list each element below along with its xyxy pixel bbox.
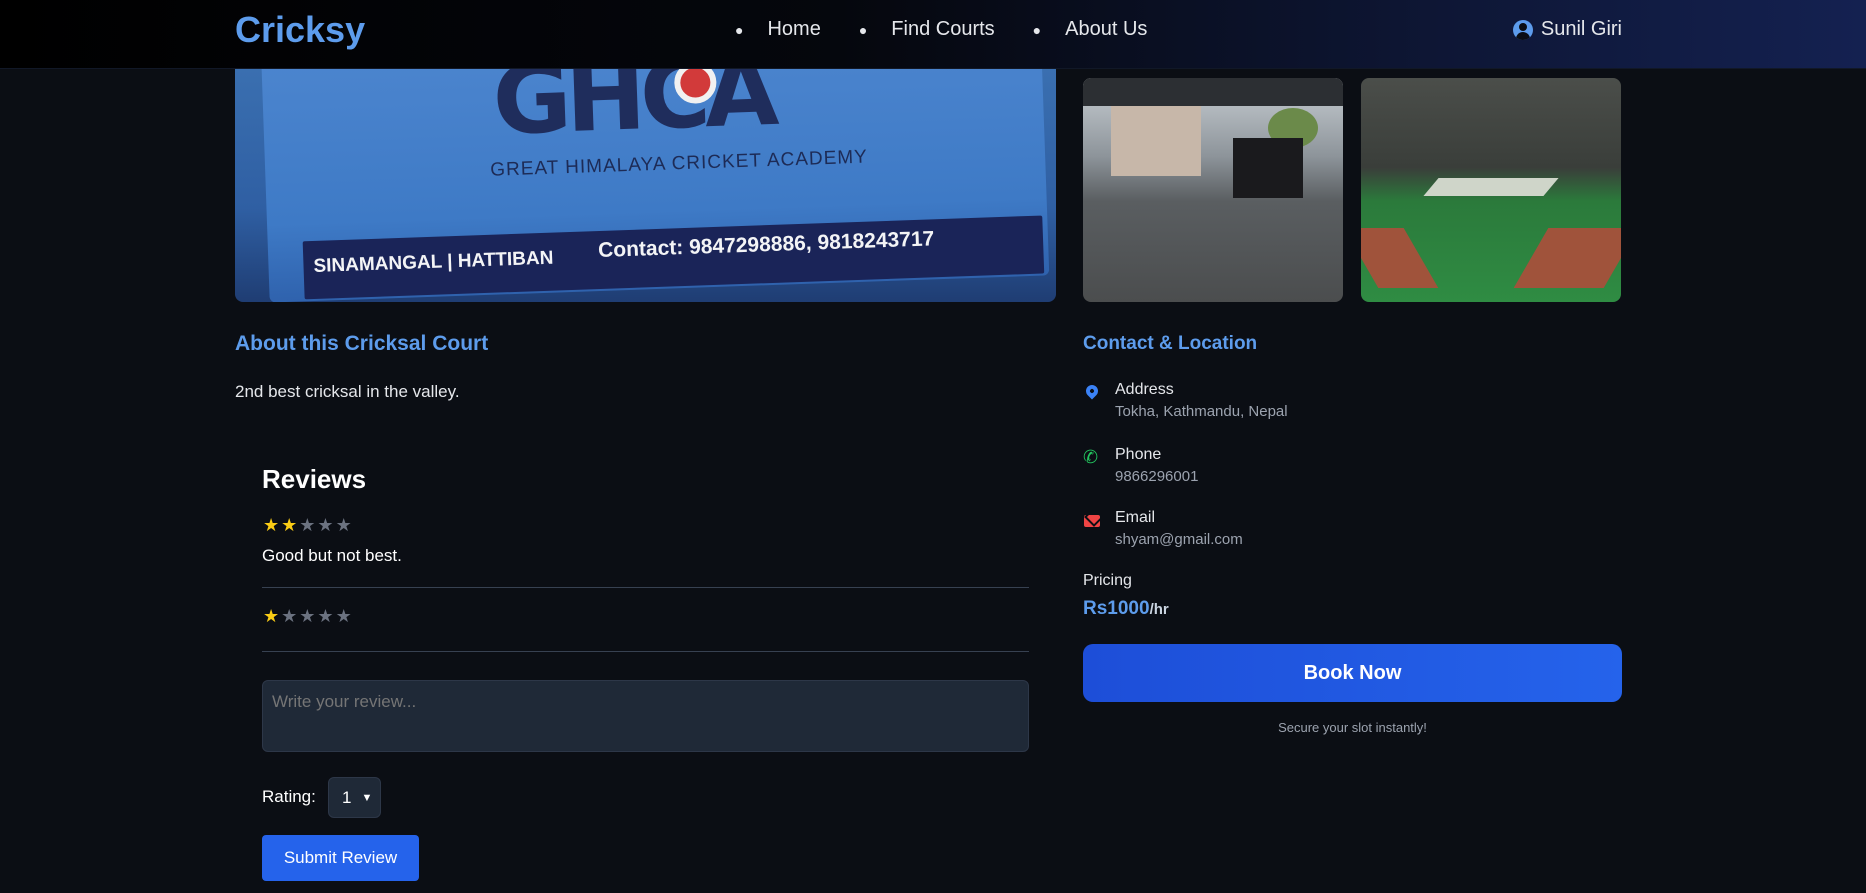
submit-review-button[interactable]: Submit Review [262, 835, 419, 881]
review-textarea[interactable] [262, 680, 1029, 752]
email-value[interactable]: shyam@gmail.com [1115, 531, 1243, 548]
user-circle-icon [1512, 19, 1533, 40]
rating-select-value: 1 [342, 787, 352, 807]
rating-select[interactable]: 1 ▼ [328, 777, 381, 818]
star-empty-icon: ★ [317, 515, 334, 535]
phone-icon: ✆ [1083, 447, 1099, 467]
star-filled-icon: ★ [263, 606, 280, 626]
nav-find-courts-label: Find Courts [891, 18, 995, 40]
user-menu[interactable]: Sunil Giri [1512, 18, 1622, 41]
about-title: About this Cricksal Court [235, 332, 489, 355]
user-name: Sunil Giri [1540, 18, 1622, 40]
price-unit: /hr [1149, 601, 1169, 618]
star-filled-icon: ★ [281, 515, 298, 535]
phone-label: Phone [1115, 446, 1162, 463]
review-divider [262, 651, 1029, 652]
star-empty-icon: ★ [335, 515, 352, 535]
chevron-down-icon: ▼ [361, 791, 373, 804]
court-thumbnail-1[interactable] [1083, 78, 1343, 302]
review-1-rating: ★ ★ ★ ★ ★ [263, 516, 352, 534]
brand-logo[interactable]: Cricksy [235, 9, 365, 51]
review-divider [262, 587, 1029, 588]
book-note: Secure your slot instantly! [1278, 720, 1427, 735]
bullet-icon: ● [735, 21, 744, 38]
star-filled-icon: ★ [263, 515, 280, 535]
price: Rs1000/hr [1083, 598, 1169, 620]
contact-phone: ✆ Phone 9866296001 [1083, 446, 1198, 485]
location-pin-icon [1083, 382, 1101, 401]
contact-email: Email shyam@gmail.com [1083, 509, 1243, 548]
price-amount: Rs1000 [1083, 598, 1150, 619]
address-label: Address [1115, 381, 1174, 398]
email-label: Email [1115, 509, 1156, 526]
academy-logo: GHCA [490, 69, 775, 157]
star-empty-icon: ★ [317, 606, 334, 626]
court-thumbnail-2[interactable] [1361, 78, 1621, 302]
nav-home[interactable]: ● Home [735, 18, 821, 41]
review-1-text: Good but not best. [262, 546, 402, 565]
roof [1083, 78, 1343, 106]
star-empty-icon: ★ [281, 606, 298, 626]
main-court-photo[interactable]: GHCA GREAT HIMALAYA CRICKET ACADEMY SINA… [235, 69, 1056, 302]
rating-label: Rating: [262, 787, 316, 806]
nav-home-label: Home [767, 18, 821, 40]
academy-sign: GHCA GREAT HIMALAYA CRICKET ACADEMY SINA… [260, 69, 1050, 302]
about-description: 2nd best cricksal in the valley. [235, 382, 460, 401]
star-empty-icon: ★ [299, 606, 316, 626]
pricing-label: Pricing [1083, 572, 1132, 589]
net [1233, 138, 1303, 198]
book-now-button[interactable]: Book Now [1083, 644, 1622, 702]
building [1111, 106, 1201, 176]
contact-title: Contact & Location [1083, 333, 1258, 354]
nav-about-us-label: About Us [1065, 18, 1148, 40]
main-nav: ● Home ● Find Courts ● About Us [735, 18, 1185, 41]
star-empty-icon: ★ [335, 606, 352, 626]
bullet-icon: ● [858, 21, 868, 38]
star-empty-icon: ★ [299, 515, 316, 535]
review-2-rating: ★ ★ ★ ★ ★ [263, 607, 352, 625]
nav-find-courts[interactable]: ● Find Courts [859, 18, 995, 41]
clay-area [1513, 228, 1621, 288]
top-navbar: Cricksy ● Home ● Find Courts ● About Us … [0, 0, 1866, 69]
pitch [1423, 178, 1559, 196]
reviews-title: Reviews [262, 464, 367, 494]
address-value: Tokha, Kathmandu, Nepal [1115, 403, 1288, 420]
clay-area [1361, 228, 1439, 288]
nav-about-us[interactable]: ● About Us [1033, 18, 1148, 41]
phone-value[interactable]: 9866296001 [1115, 468, 1198, 485]
envelope-icon [1083, 511, 1101, 529]
contact-address: Address Tokha, Kathmandu, Nepal [1083, 381, 1288, 420]
bullet-icon: ● [1032, 21, 1042, 38]
